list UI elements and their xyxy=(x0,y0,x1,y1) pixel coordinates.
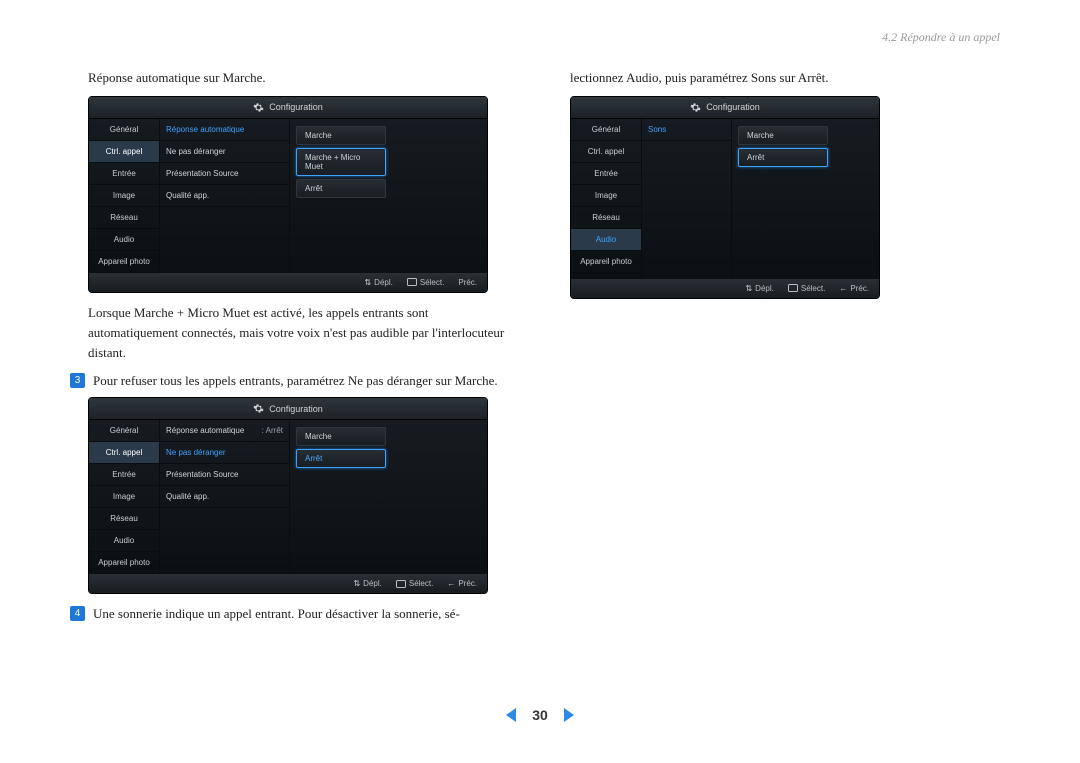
option-button[interactable]: Arrêt xyxy=(296,179,386,198)
step-badge-3: 3 xyxy=(70,373,85,388)
sidebar-item[interactable]: Réseau xyxy=(89,508,159,530)
panel-settings: Réponse automatique: ArrêtNe pas dérange… xyxy=(159,420,289,574)
footer-select: Sélect. xyxy=(407,278,444,287)
option-button[interactable]: Marche xyxy=(738,126,828,145)
option-button[interactable]: Marche xyxy=(296,126,386,145)
setting-row[interactable]: Sons xyxy=(642,119,731,141)
config-panel-audio-sons: Configuration GénéralCtrl. appelEntréeIm… xyxy=(570,96,880,299)
paragraph-micro-muet: Lorsque Marche + Micro Muet est activé, … xyxy=(88,303,510,363)
gear-icon xyxy=(690,102,701,113)
sidebar-item[interactable]: Réseau xyxy=(89,207,159,229)
sidebar-item[interactable]: Entrée xyxy=(89,464,159,486)
footer-back: ←Préc. xyxy=(447,579,477,588)
back-arrow-icon: ← xyxy=(839,284,847,293)
page-number: 30 xyxy=(532,707,548,723)
breadcrumb: 4.2 Répondre à un appel xyxy=(882,30,1000,45)
sidebar-item[interactable]: Audio xyxy=(89,530,159,552)
panel-sidebar: GénéralCtrl. appelEntréeImageRéseauAudio… xyxy=(89,420,159,574)
sidebar-item[interactable]: Audio xyxy=(89,229,159,251)
panel-settings: Réponse automatiqueNe pas dérangerPrésen… xyxy=(159,119,289,273)
config-panel-auto-answer: Configuration GénéralCtrl. appelEntréeIm… xyxy=(88,96,488,293)
sidebar-item[interactable]: Réseau xyxy=(571,207,641,229)
sidebar-item[interactable]: Appareil photo xyxy=(89,552,159,574)
gear-icon xyxy=(253,102,264,113)
left-column: Réponse automatique sur Marche. Configur… xyxy=(70,30,510,630)
step-4-text: Une sonnerie indique un appel entrant. P… xyxy=(93,604,510,624)
sidebar-item[interactable]: Appareil photo xyxy=(571,251,641,273)
step-3: 3 Pour refuser tous les appels entrants,… xyxy=(70,371,510,391)
sidebar-item[interactable]: Image xyxy=(89,185,159,207)
sidebar-item[interactable]: Appareil photo xyxy=(89,251,159,273)
setting-row[interactable]: Réponse automatique: Arrêt xyxy=(160,420,289,442)
page-columns: Réponse automatique sur Marche. Configur… xyxy=(0,0,1080,630)
sidebar-item[interactable]: Audio xyxy=(571,229,641,251)
sidebar-item[interactable]: Ctrl. appel xyxy=(571,141,641,163)
panel-options: Marche Arrêt xyxy=(731,119,879,279)
next-page-arrow[interactable] xyxy=(564,708,574,722)
panel-sidebar: GénéralCtrl. appelEntréeImageRéseauAudio… xyxy=(571,119,641,279)
caption-auto-answer: Réponse automatique sur Marche. xyxy=(88,68,510,88)
updown-icon: ⇅ xyxy=(364,278,371,287)
sidebar-item[interactable]: Général xyxy=(89,420,159,442)
back-arrow-icon: ← xyxy=(447,579,455,588)
enter-icon xyxy=(788,284,798,292)
panel-header: Configuration xyxy=(571,97,879,119)
panel-footer: ⇅Dépl. Sélect. Préc. xyxy=(89,273,487,292)
panel-settings: Sons xyxy=(641,119,731,279)
updown-icon: ⇅ xyxy=(353,579,360,588)
panel-options: Marche Marche + Micro Muet Arrêt xyxy=(289,119,487,273)
panel-sidebar: GénéralCtrl. appelEntréeImageRéseauAudio… xyxy=(89,119,159,273)
sidebar-item[interactable]: Ctrl. appel xyxy=(89,442,159,464)
sidebar-item[interactable]: Entrée xyxy=(571,163,641,185)
panel-title: Configuration xyxy=(269,404,323,414)
panel-header: Configuration xyxy=(89,398,487,420)
step-3-text: Pour refuser tous les appels entrants, p… xyxy=(93,371,510,391)
sidebar-item[interactable]: Ctrl. appel xyxy=(89,141,159,163)
setting-row[interactable]: Présentation Source xyxy=(160,464,289,486)
sidebar-item[interactable]: Général xyxy=(571,119,641,141)
option-button[interactable]: Arrêt xyxy=(738,148,828,167)
panel-footer: ⇅Dépl. Sélect. ←Préc. xyxy=(571,279,879,298)
option-button[interactable]: Marche + Micro Muet xyxy=(296,148,386,176)
right-column: lectionnez Audio, puis paramétrez Sons s… xyxy=(570,30,1010,630)
panel-title: Configuration xyxy=(706,102,760,112)
step-badge-4: 4 xyxy=(70,606,85,621)
step-4: 4 Une sonnerie indique un appel entrant.… xyxy=(70,604,510,624)
panel-options: Marche Arrêt xyxy=(289,420,487,574)
enter-icon xyxy=(407,278,417,286)
footer-select: Sélect. xyxy=(396,579,433,588)
setting-row[interactable]: Réponse automatique xyxy=(160,119,289,141)
setting-row[interactable]: Ne pas déranger xyxy=(160,442,289,464)
setting-row[interactable]: Présentation Source xyxy=(160,163,289,185)
option-button[interactable]: Arrêt xyxy=(296,449,386,468)
footer-back: ←Préc. xyxy=(839,284,869,293)
setting-row[interactable]: Qualité app. xyxy=(160,486,289,508)
option-button[interactable]: Marche xyxy=(296,427,386,446)
panel-body: GénéralCtrl. appelEntréeImageRéseauAudio… xyxy=(89,119,487,273)
footer-move: ⇅Dépl. xyxy=(353,579,381,588)
footer-select: Sélect. xyxy=(788,284,825,293)
sidebar-item[interactable]: Image xyxy=(89,486,159,508)
panel-body: GénéralCtrl. appelEntréeImageRéseauAudio… xyxy=(571,119,879,279)
sidebar-item[interactable]: Image xyxy=(571,185,641,207)
footer-back: Préc. xyxy=(458,278,477,287)
caption-audio-sons: lectionnez Audio, puis paramétrez Sons s… xyxy=(570,68,1010,88)
panel-footer: ⇅Dépl. Sélect. ←Préc. xyxy=(89,574,487,593)
footer-move: ⇅Dépl. xyxy=(745,284,773,293)
footer-move: ⇅Dépl. xyxy=(364,278,392,287)
gear-icon xyxy=(253,403,264,414)
updown-icon: ⇅ xyxy=(745,284,752,293)
sidebar-item[interactable]: Général xyxy=(89,119,159,141)
config-panel-do-not-disturb: Configuration GénéralCtrl. appelEntréeIm… xyxy=(88,397,488,594)
page-nav: 30 xyxy=(0,707,1080,723)
enter-icon xyxy=(396,580,406,588)
panel-body: GénéralCtrl. appelEntréeImageRéseauAudio… xyxy=(89,420,487,574)
prev-page-arrow[interactable] xyxy=(506,708,516,722)
setting-row[interactable]: Qualité app. xyxy=(160,185,289,207)
sidebar-item[interactable]: Entrée xyxy=(89,163,159,185)
panel-header: Configuration xyxy=(89,97,487,119)
panel-title: Configuration xyxy=(269,102,323,112)
setting-row[interactable]: Ne pas déranger xyxy=(160,141,289,163)
